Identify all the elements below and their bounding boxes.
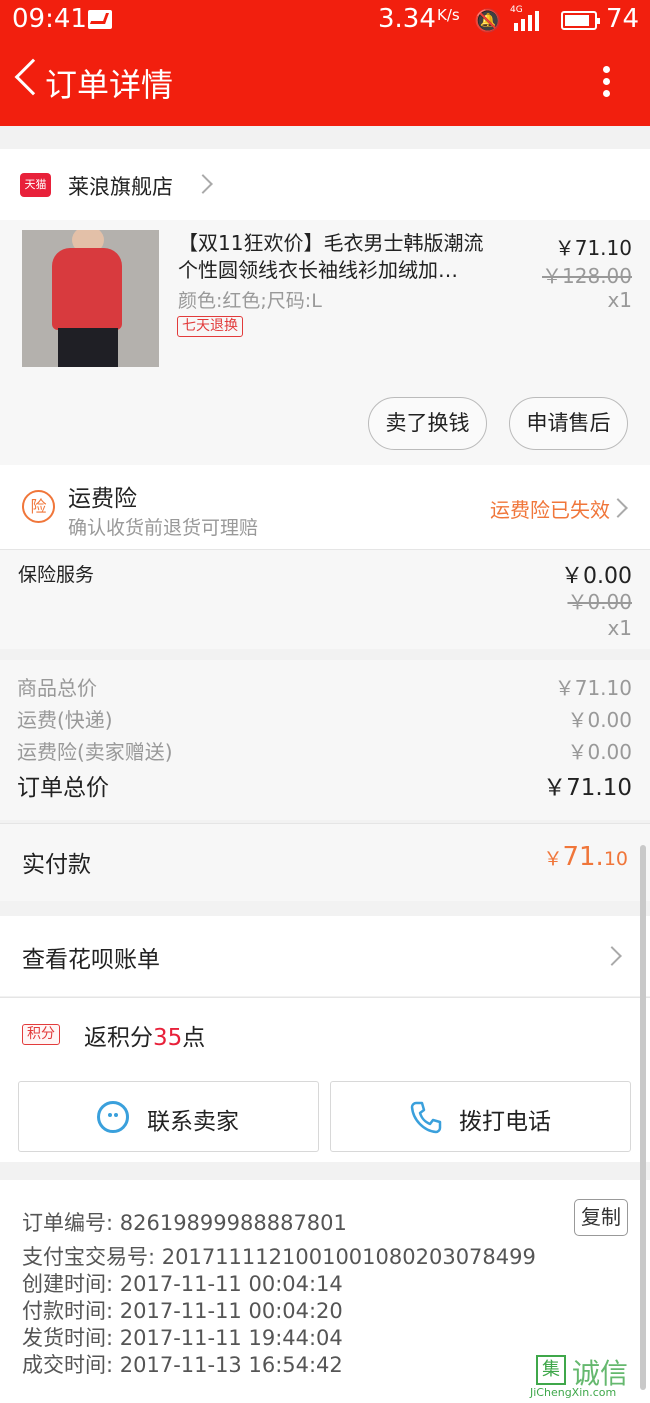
shop-row[interactable]: 天猫 莱浪旗舰店 xyxy=(0,149,650,220)
insurance-status: 运费险已失效 xyxy=(490,498,610,522)
summary-row: 运费(快递) ￥0.00 xyxy=(17,708,632,732)
watermark-logo: 集 诚信 JiChengXin.com xyxy=(530,1355,629,1399)
insurance-title: 运费险 xyxy=(68,486,137,512)
huabei-label: 查看花呗账单 xyxy=(22,947,160,973)
muted-bell-icon: 🔕 xyxy=(474,9,502,34)
product-price: ￥71.10 xyxy=(554,236,632,260)
battery-icon xyxy=(561,11,600,30)
chevron-right-icon xyxy=(193,174,213,194)
huabei-bill-row[interactable]: 查看花呗账单 xyxy=(0,916,650,996)
chevron-right-icon xyxy=(608,498,628,518)
status-bar: 09:41 3.34 K/s 🔕 4G 74 xyxy=(0,0,650,40)
summary-row: 商品总价 ￥71.10 xyxy=(17,676,632,700)
chat-icon xyxy=(97,1101,129,1133)
points-badge: 积分 xyxy=(22,1024,60,1045)
insurance-subtitle: 确认收货前退货可理赔 xyxy=(68,517,259,539)
product-card[interactable]: 【双11狂欢价】毛衣男士韩版潮流 个性圆领线衣长袖线衫加绒加… 颜色:红色;尺码… xyxy=(0,220,650,465)
shop-name: 莱浪旗舰店 xyxy=(68,175,173,199)
shipped-time: 发货时间: 2017-11-11 19:44:04 xyxy=(22,1326,343,1350)
call-button[interactable]: 拨打电话 xyxy=(330,1081,631,1152)
service-original-price: ￥0.00 xyxy=(567,590,632,614)
battery-level: 74 xyxy=(606,4,640,34)
message-icon xyxy=(88,10,112,29)
paid-time: 付款时间: 2017-11-11 00:04:20 xyxy=(22,1299,343,1323)
more-options-icon[interactable] xyxy=(600,66,612,102)
network-speed: 3.34 xyxy=(378,4,436,34)
paid-amount: ￥71.10 xyxy=(543,842,628,872)
insurance-service-row: 保险服务 ￥0.00 ￥0.00 x1 xyxy=(0,549,650,649)
paid-label: 实付款 xyxy=(22,852,91,878)
shipping-insurance-row[interactable]: 险 运费险 确认收货前退货可理赔 运费险已失效 xyxy=(0,465,650,549)
chevron-right-icon xyxy=(602,946,622,966)
created-time: 创建时间: 2017-11-11 00:04:14 xyxy=(22,1272,343,1296)
price-summary: 商品总价 ￥71.10 运费(快递) ￥0.00 运费险(卖家赠送) ￥0.00 订单… xyxy=(0,660,650,820)
app-header: 订单详情 xyxy=(0,40,650,126)
product-title: 【双11狂欢价】毛衣男士韩版潮流 个性圆领线衣长袖线衫加绒加… xyxy=(178,231,484,282)
sell-button[interactable]: 卖了换钱 xyxy=(368,397,487,450)
order-total-row: 订单总价 ￥71.10 xyxy=(17,775,632,801)
phone-icon xyxy=(410,1101,442,1134)
points-text: 返积分35点 xyxy=(84,1025,206,1051)
contact-seller-button[interactable]: 联系卖家 xyxy=(18,1081,319,1152)
insurance-icon: 险 xyxy=(22,490,55,523)
page-title: 订单详情 xyxy=(45,66,174,104)
status-time: 09:41 xyxy=(12,4,87,34)
completed-time: 成交时间: 2017-11-13 16:54:42 xyxy=(22,1353,343,1377)
product-original-price: ￥128.00 xyxy=(542,264,632,288)
signal-icon xyxy=(510,9,544,31)
product-image[interactable] xyxy=(22,230,159,367)
aftersale-button[interactable]: 申请售后 xyxy=(509,397,628,450)
scrollbar[interactable] xyxy=(640,845,646,1390)
order-number: 订单编号: 82619899988887801 xyxy=(22,1211,347,1235)
summary-row: 运费险(卖家赠送) ￥0.00 xyxy=(17,740,632,764)
product-quantity: x1 xyxy=(607,288,632,312)
copy-order-number-button[interactable]: 复制 xyxy=(574,1199,628,1236)
product-attributes: 颜色:红色;尺码:L xyxy=(178,290,322,312)
service-label: 保险服务 xyxy=(18,564,95,586)
return-policy-badge: 七天退换 xyxy=(177,316,243,337)
alipay-transaction-number: 支付宝交易号: 2017111121001001080203078499 xyxy=(22,1245,536,1269)
contact-actions: 联系卖家 拨打电话 xyxy=(0,1072,650,1162)
paid-amount-row: 实付款 ￥71.10 xyxy=(0,823,650,901)
tmall-logo: 天猫 xyxy=(20,173,51,197)
network-speed-unit: K/s xyxy=(437,6,460,24)
service-quantity: x1 xyxy=(607,616,632,640)
points-row: 积分 返积分35点 xyxy=(0,997,650,1072)
